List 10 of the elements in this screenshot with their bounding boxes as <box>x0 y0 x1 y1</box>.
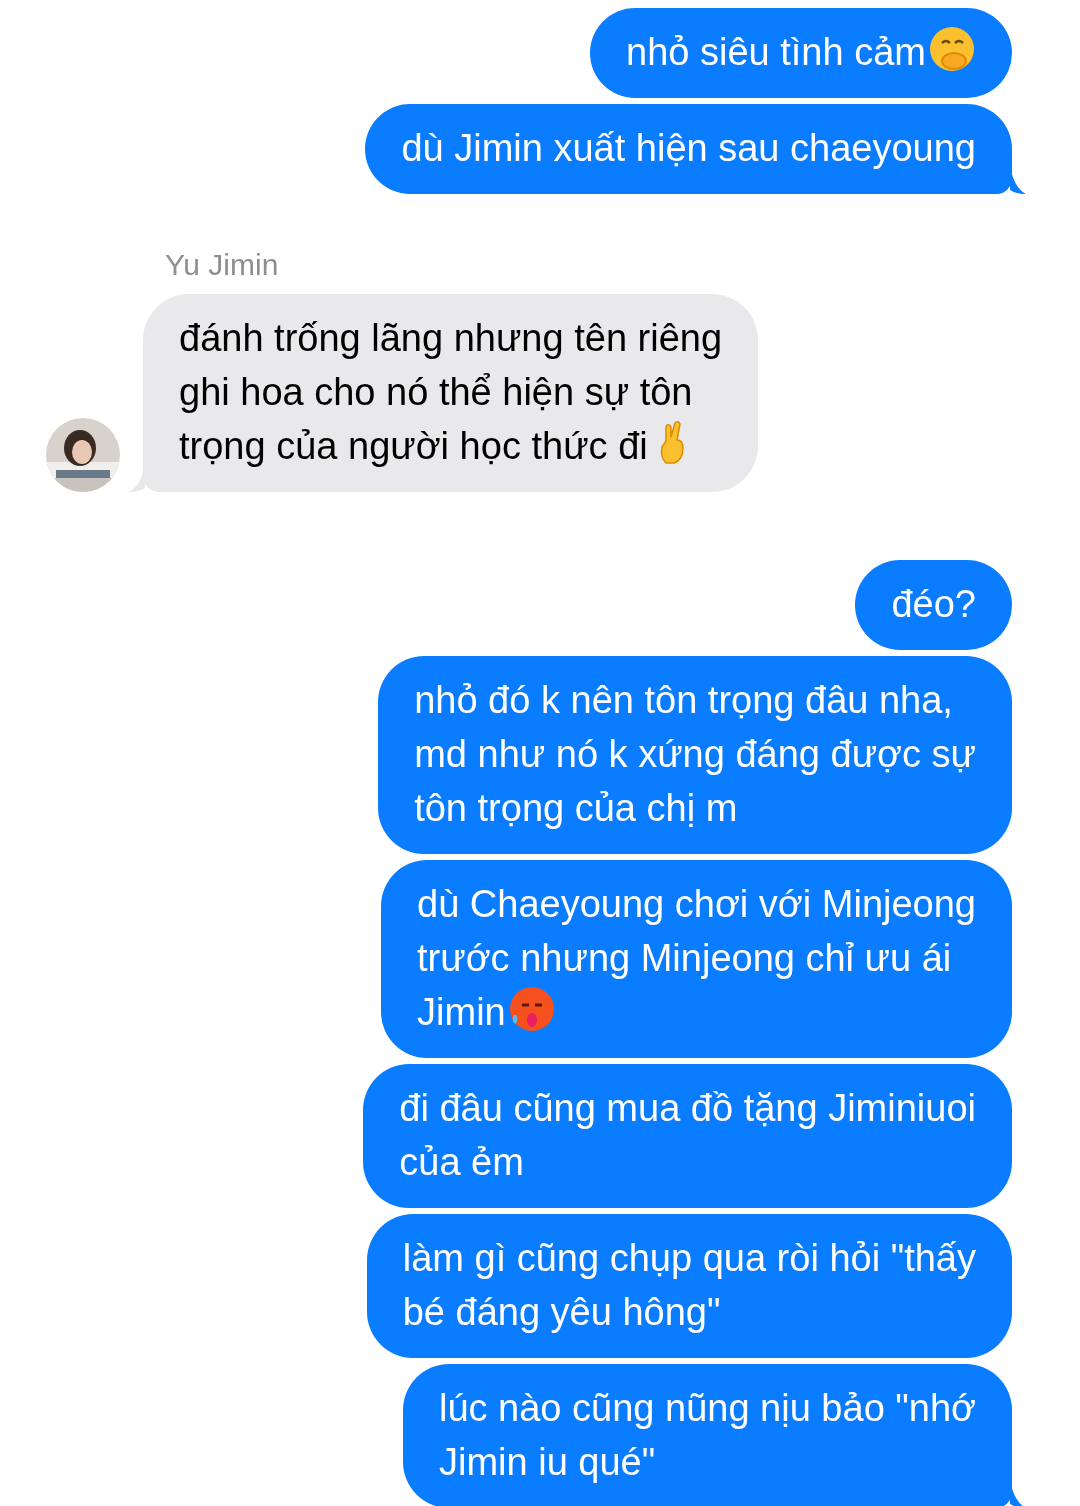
message-text: đéo? <box>891 583 976 625</box>
message-text: nhỏ đó k nên tôn trọng đâu nha, md như nó k xứng đáng được sự tôn trọng của chị m <box>414 679 976 829</box>
message-text: đánh trống lãng nhưng tên riêng ghi hoa cho nó thể hiện sự tôn trọng của người học thức đi <box>179 317 723 467</box>
sender-name: Yu Jimin <box>165 248 280 282</box>
message-text: dù Jimin xuất hiện sau chaeyoung <box>401 127 976 169</box>
message-text: nhỏ siêu tình cảm <box>626 31 926 73</box>
message-text: lúc nào cũng nũng nịu bảo "nhớ Jimin iu qué" <box>438 1387 976 1483</box>
message-text: dù Chaeyoung chơi với Minjeong trước nhưng Minjeong chỉ ưu ái Jimin <box>417 883 976 1033</box>
message-text: làm gì cũng chụp qua ròi hỏi "thấy bé đáng yêu hông" <box>402 1237 976 1333</box>
message-text: đi đâu cũng mua đồ tặng Jiminiuoi của ẻm <box>399 1087 976 1183</box>
